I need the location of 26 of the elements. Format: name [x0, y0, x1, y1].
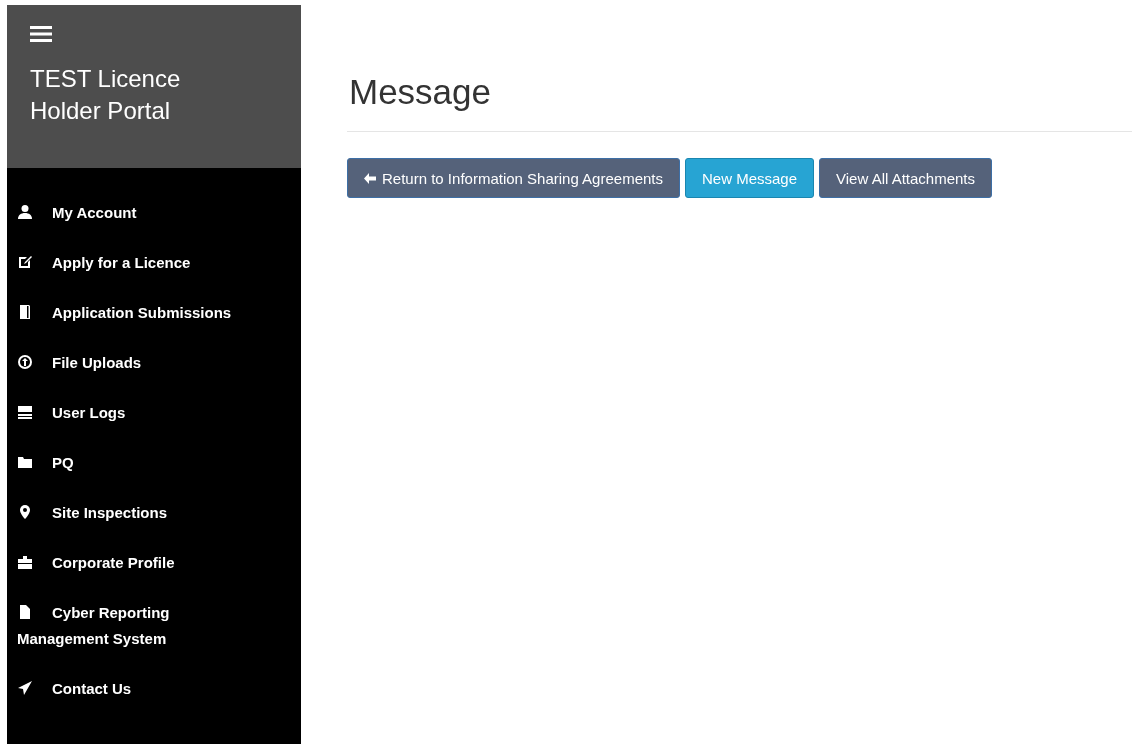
arrow-left-icon: [364, 172, 376, 184]
nav-link[interactable]: Corporate Profile: [7, 550, 242, 600]
nav-link[interactable]: Apply for a Licence: [7, 250, 242, 300]
nav-link[interactable]: Contact Us: [7, 676, 242, 726]
list-icon: [17, 404, 33, 420]
upload-icon: [17, 354, 33, 370]
edit-icon: [17, 254, 33, 270]
menu-icon[interactable]: [30, 25, 52, 43]
nav-link[interactable]: File Uploads: [7, 350, 242, 400]
nav-link[interactable]: Site Inspections: [7, 500, 242, 550]
file-icon: [17, 604, 33, 620]
folder-icon: [17, 454, 33, 470]
briefcase-icon: [17, 554, 33, 570]
portal-title: TEST Licence Holder Portal: [30, 64, 182, 126]
book-icon: [17, 304, 33, 320]
nav-link[interactable]: My Account: [7, 200, 242, 250]
action-button[interactable]: View All Attachments: [819, 158, 992, 198]
nav-link[interactable]: Cyber Reporting Management System: [7, 600, 242, 676]
page-title: Message: [349, 72, 493, 112]
back-button[interactable]: Return to Information Sharing Agreements: [347, 158, 680, 198]
paper-plane-icon: [17, 680, 33, 696]
map-pin-icon: [17, 504, 33, 520]
nav-link[interactable]: Application Submissions: [7, 300, 242, 350]
user-icon: [17, 204, 33, 220]
nav-link[interactable]: PQ: [7, 450, 242, 500]
nav-link[interactable]: User Logs: [7, 400, 242, 450]
